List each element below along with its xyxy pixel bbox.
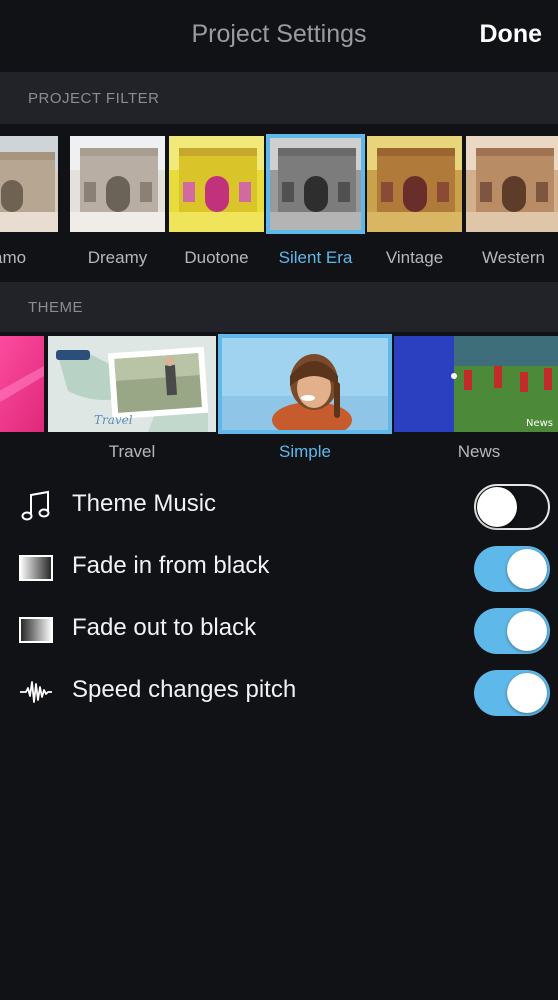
theme-item-simple[interactable]: Simple [218,334,392,461]
music-note-icon [21,490,50,521]
project-filter-header: PROJECT FILTER [0,72,558,124]
navbar: Project Settings Done [0,0,558,72]
setting-label: Theme Music [72,490,217,517]
theme-thumbnail: News [394,336,558,432]
filter-thumbnail [466,136,558,232]
waveform-icon [20,681,52,703]
filter-item-duotone[interactable]: Duotone [169,136,264,267]
filter-label: Duotone [184,248,249,267]
filter-item-vintage[interactable]: Vintage [367,136,462,267]
filter-carousel[interactable]: amo Dreamy [0,124,558,282]
news-thumb-caption: News [526,418,553,429]
setting-row-fade-in: Fade in from black [0,536,558,598]
setting-row-fade-out: Fade out to black [0,598,558,660]
setting-row-theme-music: Theme Music [0,474,558,536]
setting-label: Speed changes pitch [72,676,297,703]
filter-thumbnail [70,136,165,232]
theme-item-partial[interactable] [0,336,44,432]
fade-gradient-icon [19,617,53,643]
theme-item-news[interactable]: News News [394,336,558,461]
theme-thumbnail: Travel [48,336,216,432]
theme-label-selected: Simple [279,442,331,461]
setting-label: Fade out to black [72,614,257,641]
theme-label: Travel [108,442,156,461]
filter-thumbnail [169,136,264,232]
travel-thumb-caption: Travel [94,413,133,427]
filter-thumbnail [0,136,58,232]
filter-label: Western [482,248,545,267]
theme-label: News [457,442,501,461]
theme-item-travel[interactable]: Travel Travel [48,336,216,461]
filter-label: Vintage [385,248,444,267]
toggle-knob [507,549,547,589]
theme-carousel[interactable]: Travel Travel Simple News News [0,332,558,472]
filter-item-western[interactable]: Western [466,136,558,267]
fade-in-toggle[interactable] [474,546,550,592]
toggle-knob [477,487,517,527]
theme-thumbnail [0,336,44,432]
setting-row-speed-pitch: Speed changes pitch [0,660,558,722]
done-button[interactable]: Done [480,20,543,49]
toggle-knob [507,611,547,651]
speed-pitch-toggle[interactable] [474,670,550,716]
theme-thumbnail-selected [218,334,392,434]
filter-label-selected: Silent Era [278,248,353,267]
filter-item-glamo[interactable]: amo [0,136,58,267]
fade-out-toggle[interactable] [474,608,550,654]
filter-label: amo [0,248,27,267]
filter-thumbnail-selected [266,134,365,234]
toggle-knob [507,673,547,713]
page-title: Project Settings [191,20,367,48]
fade-gradient-icon [19,555,53,581]
filter-item-silent-era[interactable]: Silent Era [266,134,365,267]
theme-header: THEME [0,282,558,332]
filter-label: Dreamy [87,248,148,267]
theme-music-toggle[interactable] [474,484,550,530]
filter-thumbnail [367,136,462,232]
filter-item-dreamy[interactable]: Dreamy [70,136,165,267]
setting-label: Fade in from black [72,552,270,579]
